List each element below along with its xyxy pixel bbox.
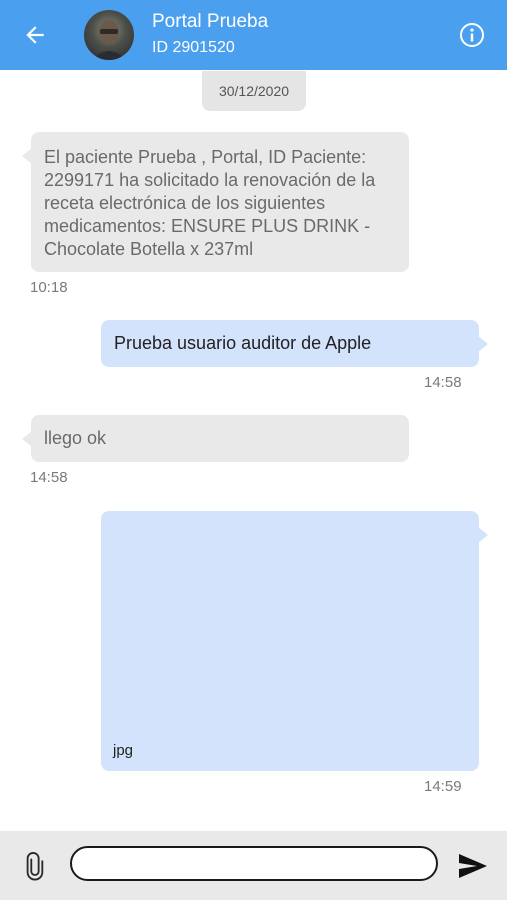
- message-time: 10:18: [30, 279, 68, 296]
- chat-title: Portal Prueba: [152, 11, 269, 32]
- message-input[interactable]: [70, 846, 438, 881]
- message-time: 14:58: [30, 469, 68, 486]
- info-button[interactable]: [458, 21, 486, 49]
- info-icon: [460, 23, 484, 47]
- send-button[interactable]: [456, 851, 490, 881]
- chat-header: Portal Prueba ID 2901520: [0, 0, 507, 70]
- message-attachment[interactable]: jpg: [101, 511, 488, 771]
- date-separator: 30/12/2020: [202, 71, 306, 111]
- message-time: 14:58: [424, 374, 462, 391]
- attach-button[interactable]: [22, 851, 48, 881]
- arrow-left-icon: [26, 26, 44, 44]
- avatar[interactable]: [84, 10, 134, 60]
- composer-bar: [0, 831, 507, 900]
- attachment-label: jpg: [113, 742, 134, 759]
- message-text: Prueba usuario auditor de Apple: [114, 333, 372, 353]
- send-icon: [459, 854, 487, 878]
- message-incoming[interactable]: El paciente Prueba , Portal, ID Paciente…: [22, 132, 409, 272]
- message-outgoing[interactable]: Prueba usuario auditor de Apple: [101, 320, 488, 367]
- message-incoming[interactable]: llego ok: [22, 415, 409, 462]
- message-time: 14:59: [424, 778, 462, 795]
- back-button[interactable]: [18, 18, 52, 52]
- message-text: El paciente Prueba , Portal, ID Paciente…: [44, 147, 376, 259]
- message-text: llego ok: [44, 428, 107, 448]
- chat-subtitle: ID 2901520: [152, 39, 235, 56]
- paperclip-icon: [26, 852, 44, 881]
